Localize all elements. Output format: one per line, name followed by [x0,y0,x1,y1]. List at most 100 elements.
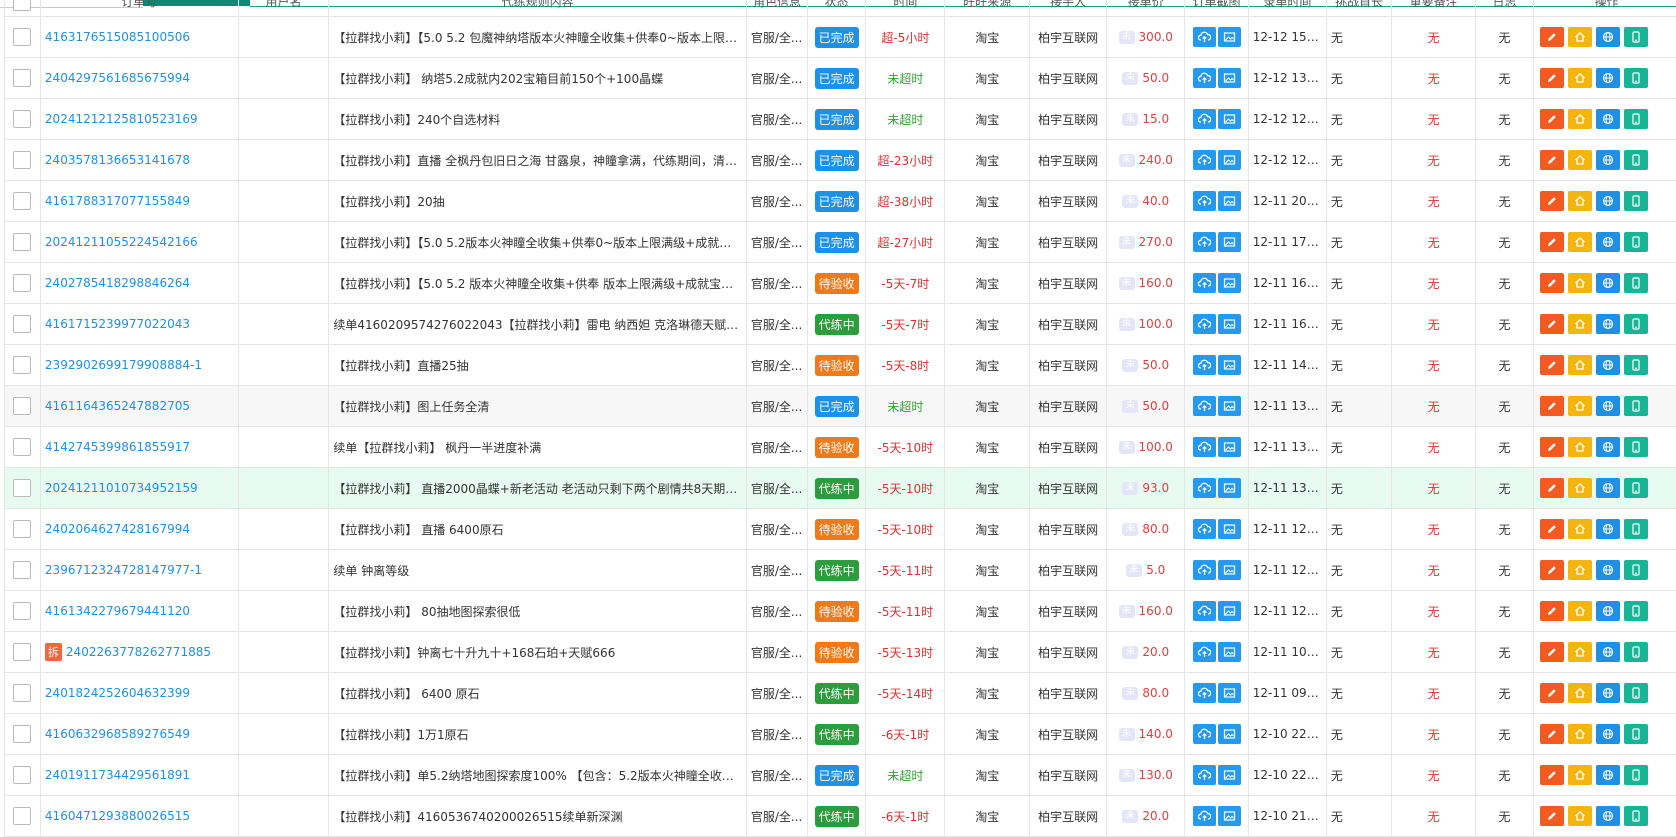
cloud-upload-icon[interactable] [1193,601,1216,621]
pencil-icon[interactable] [1540,765,1564,785]
order-number-link[interactable]: 4161715239977022043 [45,317,190,331]
cloud-upload-icon[interactable] [1193,560,1216,580]
cloud-upload-icon[interactable] [1193,437,1216,457]
cloud-upload-icon[interactable] [1193,519,1216,539]
home-icon[interactable] [1568,519,1592,539]
table-row[interactable]: 4163176515085100506 【拉群找小莉】【5.0 5.2 包魔神纳… [5,17,1676,58]
row-select-cell[interactable] [5,591,41,632]
order-number-link[interactable]: 4161164365247882705 [45,399,190,413]
row-select-cell[interactable] [5,427,41,468]
home-icon[interactable] [1568,27,1592,47]
home-icon[interactable] [1568,314,1592,334]
home-icon[interactable] [1568,806,1592,826]
row-select-cell[interactable] [5,468,41,509]
table-row[interactable]: 20241211010734952159 【拉群找小莉】 直播2000晶蝶+新老… [5,468,1676,509]
home-icon[interactable] [1568,150,1592,170]
col-header[interactable]: 接单价 [1107,0,1185,17]
order-number-link[interactable]: 4160471293880026515 [45,809,190,823]
cloud-upload-icon[interactable] [1193,642,1216,662]
cloud-upload-icon[interactable] [1193,68,1216,88]
mobile-icon[interactable] [1624,683,1648,703]
order-number-link[interactable]: 2404297561685675994 [45,71,190,85]
globe-icon[interactable] [1596,232,1620,252]
row-checkbox[interactable] [13,274,31,292]
row-checkbox[interactable] [13,479,31,497]
table-row[interactable]: 拆2402263778262771885 【拉群找小莉】钟离七十升九十+168石… [5,632,1676,673]
image-icon[interactable] [1218,150,1241,170]
table-row[interactable]: 20241212125810523169 【拉群找小莉】240个自选材料 官服/… [5,99,1676,140]
pencil-icon[interactable] [1540,519,1564,539]
image-icon[interactable] [1218,355,1241,375]
row-checkbox[interactable] [13,397,31,415]
cloud-upload-icon[interactable] [1193,478,1216,498]
row-select-cell[interactable] [5,550,41,591]
table-row[interactable]: 2404297561685675994 【拉群找小莉】 纳塔5.2成就内202宝… [5,58,1676,99]
row-select-cell[interactable] [5,755,41,796]
col-header[interactable]: 状态 [808,0,866,17]
order-number-link[interactable]: 2401824252604632399 [45,686,190,700]
row-select-cell[interactable] [5,345,41,386]
row-select-cell[interactable] [5,796,41,837]
globe-icon[interactable] [1596,806,1620,826]
pencil-icon[interactable] [1540,724,1564,744]
mobile-icon[interactable] [1624,355,1648,375]
table-row[interactable]: 2402064627428167994 【拉群找小莉】 直播 6400原石 官服… [5,509,1676,550]
pencil-icon[interactable] [1540,806,1564,826]
col-header[interactable]: 时间 [866,0,945,17]
col-header[interactable]: 日志 [1475,0,1533,17]
table-row[interactable]: 20241211055224542166 【拉群找小莉】【5.0 5.2版本火神… [5,222,1676,263]
select-all-cell[interactable] [5,0,41,17]
order-number-link[interactable]: 4160632968589276549 [45,727,190,741]
order-number-link[interactable]: 4163176515085100506 [45,30,190,44]
col-header[interactable]: 订单截图 [1185,0,1248,17]
row-select-cell[interactable] [5,222,41,263]
col-header[interactable]: 角色信息 [746,0,807,17]
globe-icon[interactable] [1596,314,1620,334]
pencil-icon[interactable] [1540,232,1564,252]
order-number-link[interactable]: 4142745399861855917 [45,440,190,454]
row-checkbox[interactable] [13,438,31,456]
table-row[interactable]: 2402785418298846264 【拉群找小莉】【5.0 5.2 版本火神… [5,263,1676,304]
col-header[interactable]: 订单号 [40,0,238,17]
globe-icon[interactable] [1596,273,1620,293]
row-checkbox[interactable] [13,561,31,579]
cloud-upload-icon[interactable] [1193,314,1216,334]
order-number-link[interactable]: 2396712324728147977-1 [45,563,202,577]
mobile-icon[interactable] [1624,68,1648,88]
pencil-icon[interactable] [1540,314,1564,334]
globe-icon[interactable] [1596,519,1620,539]
row-checkbox[interactable] [13,28,31,46]
globe-icon[interactable] [1596,601,1620,621]
globe-icon[interactable] [1596,150,1620,170]
image-icon[interactable] [1218,806,1241,826]
order-number-link[interactable]: 2392902699179908884-1 [45,358,202,372]
cloud-upload-icon[interactable] [1193,355,1216,375]
image-icon[interactable] [1218,765,1241,785]
table-row[interactable]: 2401824252604632399 【拉群找小莉】 6400 原石 官服/全… [5,673,1676,714]
globe-icon[interactable] [1596,642,1620,662]
cloud-upload-icon[interactable] [1193,724,1216,744]
row-checkbox[interactable] [13,520,31,538]
cloud-upload-icon[interactable] [1193,232,1216,252]
col-header[interactable]: 用户名 [238,0,329,17]
globe-icon[interactable] [1596,68,1620,88]
mobile-icon[interactable] [1624,396,1648,416]
row-select-cell[interactable] [5,99,41,140]
order-number-link[interactable]: 20241212125810523169 [45,112,198,126]
cloud-upload-icon[interactable] [1193,27,1216,47]
pencil-icon[interactable] [1540,601,1564,621]
order-number-link[interactable]: 4161342279679441120 [45,604,190,618]
mobile-icon[interactable] [1624,109,1648,129]
mobile-icon[interactable] [1624,191,1648,211]
globe-icon[interactable] [1596,355,1620,375]
row-select-cell[interactable] [5,17,41,58]
image-icon[interactable] [1218,437,1241,457]
order-number-link[interactable]: 20241211010734952159 [45,481,198,495]
table-row[interactable]: 4160632968589276549 【拉群找小莉】1万1原石 官服/全...… [5,714,1676,755]
home-icon[interactable] [1568,478,1592,498]
pencil-icon[interactable] [1540,191,1564,211]
mobile-icon[interactable] [1624,519,1648,539]
image-icon[interactable] [1218,273,1241,293]
col-header[interactable]: 接手人 [1030,0,1107,17]
globe-icon[interactable] [1596,396,1620,416]
